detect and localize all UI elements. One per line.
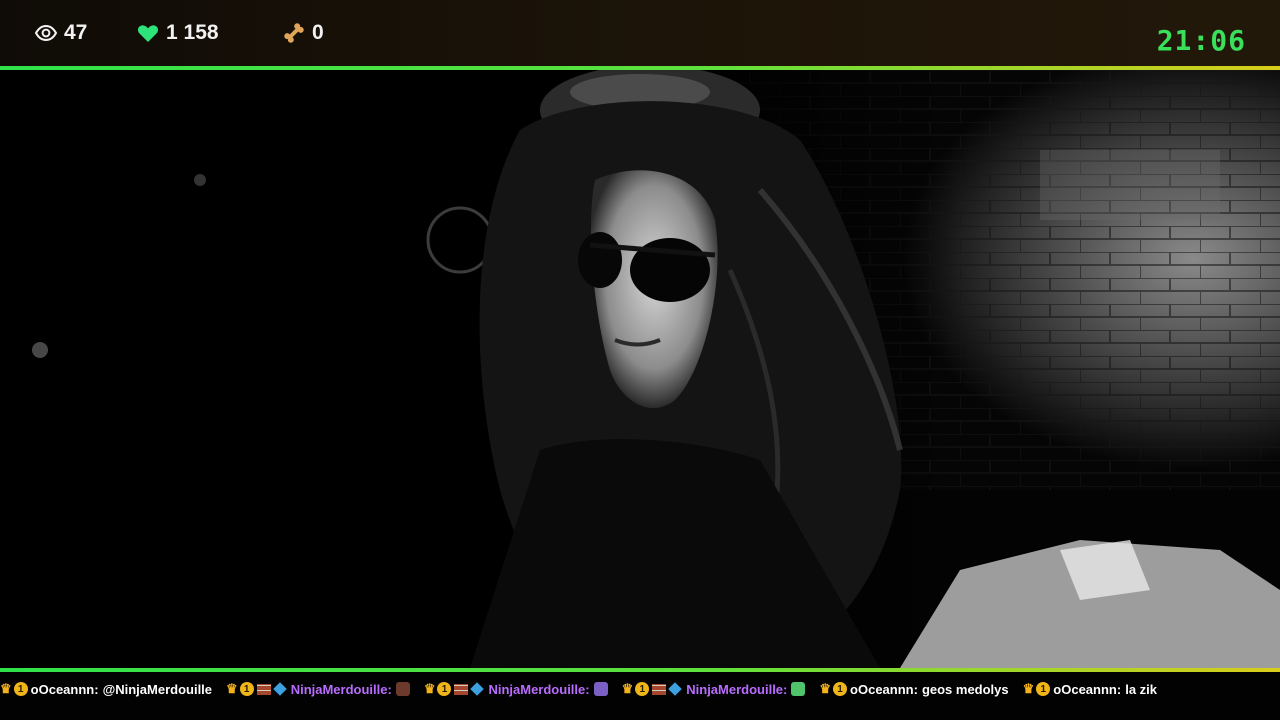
chat-message: ♛ 1 NinjaMerdouille: [226,681,418,697]
level-badge-icon: 1 [437,682,452,696]
emote-icon [593,682,608,696]
chat-username: oOceannn: [30,681,99,697]
viewer-count: 47 [34,20,87,46]
chat-username: NinjaMerdouille: [290,681,392,697]
level-badge-icon: 1 [1036,682,1051,696]
level-badge-icon: 1 [635,682,650,696]
cube-badge-icon [272,682,287,696]
video-frame-image [0,70,1280,668]
chat-message: ♛ 1 NinjaMerdouille: [424,681,616,697]
eye-icon [34,21,58,45]
chat-message: ♛ 1 oOceannn: la zik [1023,681,1165,697]
crown-icon: ♛ [819,681,832,696]
level-badge-icon: 1 [13,682,28,696]
chat-ticker-track: ♛ 1 oOceannn: @NinjaMerdouille ♛ 1 Ninja… [0,680,1171,698]
chat-text: la zik [1125,681,1157,697]
crown-icon: ♛ [1022,681,1035,696]
crown-icon: ♛ [621,681,634,696]
chat-message: ♛ 1 oOceannn: geos medolys [819,681,1016,697]
chat-username: oOceannn: [1053,681,1122,697]
chat-username: NinjaMerdouille: [686,681,788,697]
viewer-count-value: 47 [64,21,88,44]
chat-username: oOceannn: [850,681,918,697]
crown-icon: ♛ [0,681,12,696]
heart-icon [136,21,160,45]
chat-ticker: ♛ 1 oOceannn: @NinjaMerdouille ♛ 1 Ninja… [0,672,1280,720]
chat-message: ♛ 1 NinjaMerdouille: [622,681,814,697]
chat-username: NinjaMerdouille: [488,681,590,697]
brick-badge-icon [454,683,469,695]
stream-stats-bar: 47 1 158 0 21:06 [0,0,1280,66]
brick-badge-icon [256,683,271,695]
like-count-value: 1 158 [166,21,219,44]
bone-count: 0 [282,20,324,46]
bone-icon [282,21,306,45]
stream-clock: 21:06 [1156,24,1246,57]
crown-icon: ♛ [423,681,436,696]
video-feed [0,70,1280,668]
chat-message: ♛ 1 oOceannn: @NinjaMerdouille [0,681,220,697]
bone-count-value: 0 [312,21,324,44]
emote-icon [791,682,806,696]
chat-text: geos medolys [921,681,1009,697]
cube-badge-icon [668,682,683,696]
emote-icon [395,682,410,696]
level-badge-icon: 1 [239,682,254,696]
level-badge-icon: 1 [833,682,848,696]
like-count: 1 158 [136,20,219,46]
chat-text: @NinjaMerdouille [102,681,213,697]
crown-icon: ♛ [226,681,238,696]
cube-badge-icon [470,682,485,696]
brick-badge-icon [652,683,667,695]
